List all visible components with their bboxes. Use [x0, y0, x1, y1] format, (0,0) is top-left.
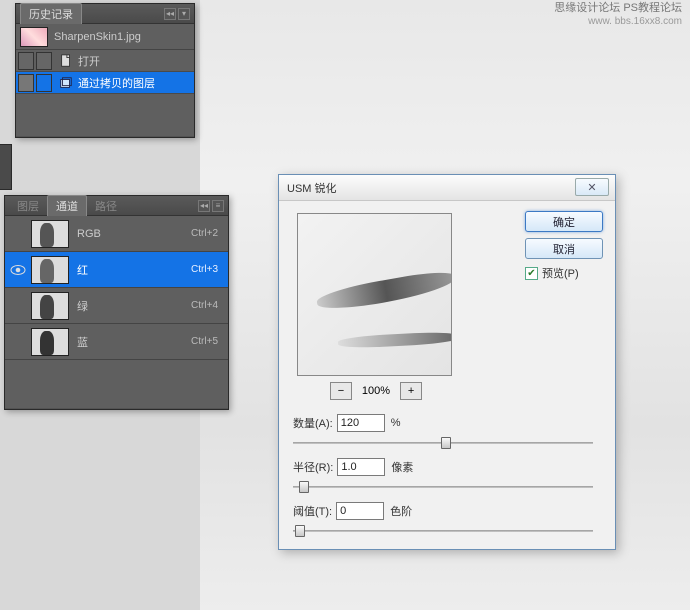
- zoom-out-button[interactable]: −: [330, 382, 352, 400]
- panel-menu-icon[interactable]: ▾: [178, 8, 190, 20]
- dialog-close-button[interactable]: ✕: [575, 178, 609, 196]
- visibility-toggle[interactable]: [9, 261, 27, 279]
- plus-icon: +: [408, 385, 414, 397]
- channel-row-blue[interactable]: 蓝 Ctrl+5: [5, 324, 228, 360]
- channel-shortcut: Ctrl+5: [191, 336, 218, 347]
- cancel-button[interactable]: 取消: [525, 238, 603, 259]
- visibility-toggle[interactable]: [9, 297, 27, 315]
- channel-name: 蓝: [77, 334, 191, 350]
- tab-layers[interactable]: 图层: [9, 196, 47, 216]
- panel-collapse-icon[interactable]: ◂◂: [198, 200, 210, 212]
- ok-button[interactable]: 确定: [525, 211, 603, 232]
- channels-panel: 图层 通道 路径 ◂◂ ≡ RGB Ctrl+2 红 Ctrl+3 绿 Ctrl…: [4, 195, 229, 410]
- history-item-label: 打开: [78, 53, 100, 69]
- threshold-label: 阈值(T):: [293, 503, 332, 519]
- threshold-unit: 色阶: [390, 503, 412, 519]
- history-panel-header[interactable]: 历史记录 ◂◂ ▾: [16, 4, 194, 24]
- history-snapshot-row[interactable]: SharpenSkin1.jpg: [16, 24, 194, 50]
- channels-panel-header[interactable]: 图层 通道 路径 ◂◂ ≡: [5, 196, 228, 216]
- tab-paths[interactable]: 路径: [87, 196, 125, 216]
- zoom-level: 100%: [362, 385, 390, 397]
- dialog-title: USM 锐化: [287, 180, 337, 196]
- channel-thumb: [31, 220, 69, 248]
- visibility-toggle[interactable]: [9, 225, 27, 243]
- channel-name: 绿: [77, 298, 191, 314]
- history-tab[interactable]: 历史记录: [20, 3, 82, 24]
- channel-shortcut: Ctrl+2: [191, 228, 218, 239]
- history-panel: 历史记录 ◂◂ ▾ SharpenSkin1.jpg 打开 通过拷贝的图层: [15, 3, 195, 138]
- threshold-slider[interactable]: [293, 524, 593, 538]
- filter-preview[interactable]: [297, 213, 452, 376]
- document-icon: [58, 53, 74, 69]
- channel-shortcut: Ctrl+4: [191, 300, 218, 311]
- threshold-input[interactable]: [336, 502, 384, 520]
- snapshot-thumb: [20, 27, 48, 47]
- channel-thumb: [31, 256, 69, 284]
- radius-slider[interactable]: [293, 480, 593, 494]
- radius-unit: 像素: [391, 459, 413, 475]
- channel-thumb: [31, 292, 69, 320]
- amount-label: 数量(A):: [293, 415, 333, 431]
- channel-row-green[interactable]: 绿 Ctrl+4: [5, 288, 228, 324]
- eye-icon: [10, 264, 26, 276]
- close-icon: ✕: [587, 181, 596, 194]
- amount-slider[interactable]: [293, 436, 593, 450]
- dialog-titlebar[interactable]: USM 锐化: [279, 175, 615, 201]
- collapsed-dock-tab[interactable]: [0, 144, 12, 190]
- amount-unit: %: [391, 417, 401, 429]
- minus-icon: −: [338, 385, 344, 397]
- panel-collapse-icon[interactable]: ◂◂: [164, 8, 176, 20]
- history-item-open[interactable]: 打开: [16, 50, 194, 72]
- radius-input[interactable]: [337, 458, 385, 476]
- history-item-label: 通过拷贝的图层: [78, 75, 155, 91]
- preview-checkbox[interactable]: ✔: [525, 267, 538, 280]
- channel-name: RGB: [77, 228, 191, 240]
- zoom-in-button[interactable]: +: [400, 382, 422, 400]
- watermark: 思缘设计论坛 PS教程论坛www. bbs.16xx8.com: [554, 2, 682, 28]
- radius-label: 半径(R):: [293, 459, 333, 475]
- history-item-copy-layer[interactable]: 通过拷贝的图层: [16, 72, 194, 94]
- amount-input[interactable]: [337, 414, 385, 432]
- channel-thumb: [31, 328, 69, 356]
- channel-name: 红: [77, 262, 191, 278]
- layer-icon: [58, 75, 74, 91]
- preview-checkbox-label: 预览(P): [542, 265, 579, 281]
- tab-channels[interactable]: 通道: [47, 195, 87, 216]
- channel-row-rgb[interactable]: RGB Ctrl+2: [5, 216, 228, 252]
- usm-sharpen-dialog: USM 锐化 ✕ − 100% + 数量(A): % 半径(R): 像素: [278, 174, 616, 550]
- channel-shortcut: Ctrl+3: [191, 264, 218, 275]
- channel-row-red[interactable]: 红 Ctrl+3: [5, 252, 228, 288]
- snapshot-filename: SharpenSkin1.jpg: [54, 31, 141, 43]
- visibility-toggle[interactable]: [9, 333, 27, 351]
- panel-menu-icon[interactable]: ≡: [212, 200, 224, 212]
